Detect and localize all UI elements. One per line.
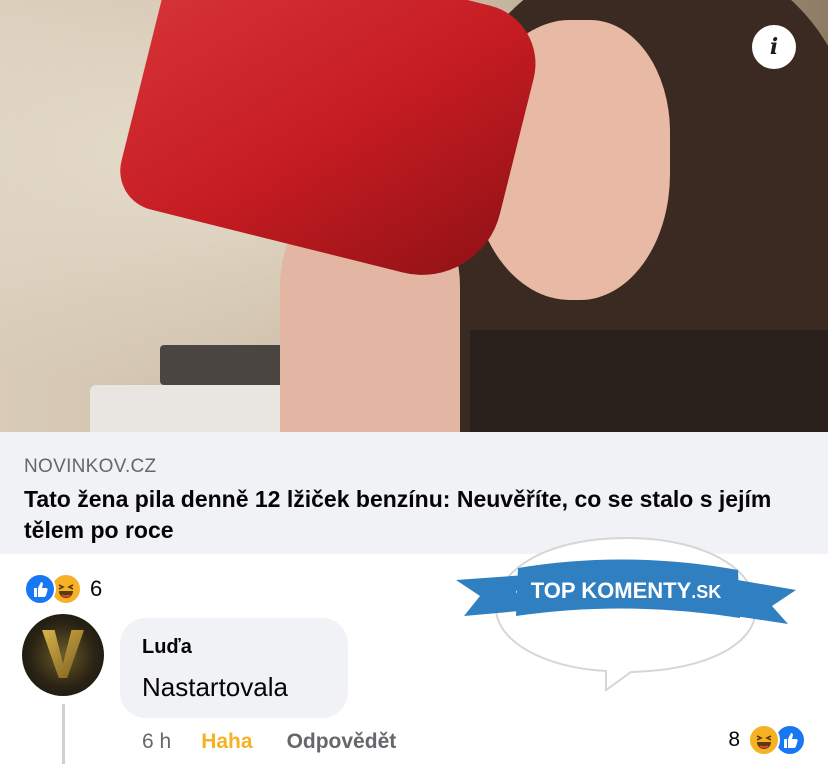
- reply-button[interactable]: Odpovědět: [287, 730, 397, 754]
- comment-actions: 6 h Haha Odpovědět: [142, 730, 396, 754]
- topkomenty-watermark: TOP KOMENTY.SK: [456, 536, 796, 692]
- comment-time[interactable]: 6 h: [142, 730, 171, 754]
- link-domain: NOVINKOV.CZ: [24, 456, 157, 477]
- post-reactions[interactable]: 6: [24, 572, 102, 606]
- avatar[interactable]: [22, 614, 104, 696]
- like-icon: [24, 573, 56, 605]
- comment-reaction-count: 8: [728, 728, 740, 751]
- post-image[interactable]: [0, 0, 828, 432]
- photo-counter: [90, 385, 290, 432]
- reaction-button[interactable]: Haha: [201, 730, 252, 754]
- comment-bubble: [120, 618, 348, 718]
- thread-line: [62, 704, 65, 764]
- photo-shirt: [470, 330, 828, 432]
- photo-shelf: [160, 345, 300, 385]
- info-icon[interactable]: i: [752, 25, 796, 69]
- haha-icon: [748, 724, 780, 756]
- svg-text:TOP KOMENTY.SK: TOP KOMENTY.SK: [531, 578, 722, 603]
- comment-text: Nastartovala: [142, 672, 288, 702]
- watermark-suffix: .SK: [691, 582, 721, 602]
- reaction-count: 6: [90, 576, 103, 601]
- avatar-logo: [42, 630, 84, 678]
- comment-author[interactable]: Luďa: [142, 636, 192, 659]
- watermark-text: TOP KOMENTY: [531, 578, 692, 603]
- comment-reactions[interactable]: 8: [728, 724, 806, 756]
